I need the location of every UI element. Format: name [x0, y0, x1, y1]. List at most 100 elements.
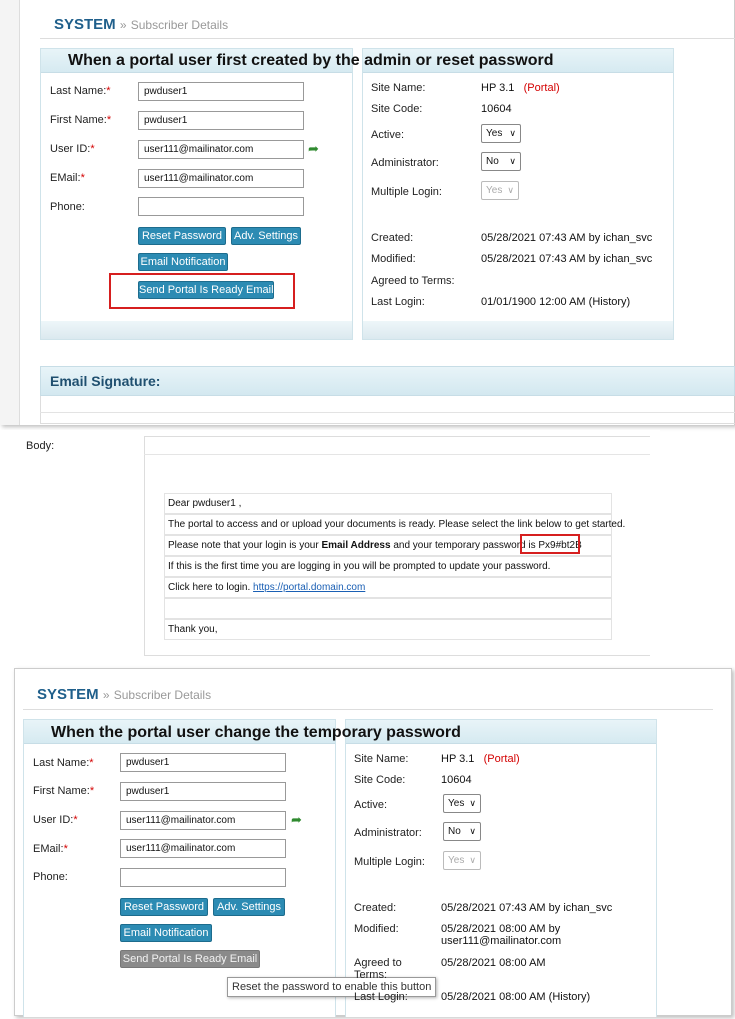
email-signature-title: Email Signature: [50, 373, 161, 389]
email-label: EMail:* [33, 843, 68, 855]
history-link[interactable]: (History) [589, 296, 631, 308]
panel-footer [363, 321, 673, 339]
history-link[interactable]: (History) [549, 991, 591, 1003]
user-id-label: User ID:* [33, 814, 78, 826]
created-value: 05/28/2021 07:43 AM by ichan_svc [441, 902, 613, 914]
agreed-label: Agreed to Terms: [354, 957, 402, 981]
screenshot-admin-view: SYSTEM » Subscriber Details When a porta… [0, 0, 735, 425]
screenshot-user-view: SYSTEM » Subscriber Details When the por… [14, 668, 732, 1017]
administrator-label: Administrator: [354, 827, 422, 839]
first-name-field[interactable]: pwduser1 [120, 782, 286, 801]
first-name-field[interactable]: pwduser1 [138, 111, 304, 130]
modified-value: 05/28/2021 08:00 AM by user111@mailinator… [441, 923, 562, 947]
created-label: Created: [354, 902, 397, 914]
administrator-select[interactable]: No ∨ [443, 822, 481, 841]
multiple-login-label: Multiple Login: [371, 186, 442, 198]
adv-settings-button[interactable]: Adv. Settings [213, 898, 285, 916]
agreed-label: Agreed to Terms: [371, 275, 455, 287]
email-notification-button[interactable]: Email Notification [120, 924, 212, 942]
last-name-label: Last Name:* [33, 757, 94, 769]
site-code-label: Site Code: [371, 103, 423, 115]
last-login-value: 01/01/1900 12:00 AM (History) [481, 296, 631, 308]
highlight-box [109, 273, 295, 309]
adv-settings-button[interactable]: Adv. Settings [231, 227, 301, 245]
user-id-field[interactable]: user111@mailinator.com [120, 811, 286, 830]
breadcrumb-divider [23, 709, 713, 710]
chevron-down-icon: ∨ [509, 156, 516, 166]
user-id-label: User ID:* [50, 143, 95, 155]
breadcrumb: SYSTEM » Subscriber Details [37, 686, 211, 703]
login-link[interactable]: https://portal.domain.com [253, 582, 365, 593]
modified-label: Modified: [371, 253, 416, 265]
phone-label: Phone: [50, 201, 85, 213]
first-name-label: First Name:* [33, 785, 95, 797]
breadcrumb-divider [40, 38, 735, 39]
email-signature-body [40, 396, 735, 424]
email-closing: Thank you, [164, 619, 612, 640]
administrator-select[interactable]: No ∨ [481, 152, 521, 171]
divider [144, 454, 650, 455]
last-login-value: 05/28/2021 08:00 AM (History) [441, 991, 591, 1003]
created-label: Created: [371, 232, 414, 244]
email-line-3: If this is the first time you are loggin… [164, 556, 612, 577]
phone-label: Phone: [33, 871, 68, 883]
breadcrumb-page: Subscriber Details [130, 18, 229, 32]
active-label: Active: [371, 129, 405, 141]
chevron-down-icon: ∨ [509, 128, 516, 138]
email-field[interactable]: user111@mailinator.com [120, 839, 286, 858]
chevron-down-icon: ∨ [469, 798, 476, 808]
password-highlight-box [520, 534, 580, 554]
multiple-login-select: Yes ∨ [481, 181, 519, 200]
email-label: EMail:* [50, 172, 85, 184]
site-code-value: 10604 [441, 774, 472, 786]
reset-password-button[interactable]: Reset Password [120, 898, 208, 916]
site-name-label: Site Name: [371, 82, 426, 94]
active-label: Active: [354, 799, 388, 811]
last-name-field[interactable]: pwduser1 [138, 82, 304, 101]
last-name-field[interactable]: pwduser1 [120, 753, 286, 772]
divider [40, 412, 735, 413]
chevron-down-icon: ∨ [469, 826, 476, 836]
phone-field[interactable] [138, 197, 304, 216]
breadcrumb-page: Subscriber Details [113, 688, 212, 702]
site-name-label: Site Name: [354, 753, 409, 765]
chevron-down-icon: ∨ [507, 185, 514, 195]
email-notification-button[interactable]: Email Notification [138, 253, 228, 271]
user-id-field[interactable]: user111@mailinator.com [138, 140, 304, 159]
administrator-label: Administrator: [371, 157, 439, 169]
arrow-right-icon[interactable]: ➦ [291, 812, 302, 828]
email-blank-line [164, 598, 612, 619]
breadcrumb-system[interactable]: SYSTEM [54, 16, 116, 33]
screenshot-email-body: Body: Dear pwduser1 , The portal to acce… [0, 430, 660, 656]
send-portal-ready-email-button: Send Portal Is Ready Email [120, 950, 260, 968]
arrow-right-icon[interactable]: ➦ [308, 141, 319, 157]
multiple-login-label: Multiple Login: [354, 856, 425, 868]
email-greeting: Dear pwduser1 , [164, 493, 612, 514]
breadcrumb-system[interactable]: SYSTEM [37, 686, 99, 703]
agreed-value: 05/28/2021 08:00 AM [441, 957, 546, 969]
body-label: Body: [26, 440, 55, 452]
email-field[interactable]: user111@mailinator.com [138, 169, 304, 188]
multiple-login-select: Yes ∨ [443, 851, 481, 870]
left-gutter [0, 0, 20, 425]
phone-field[interactable] [120, 868, 286, 887]
breadcrumb-separator: » [102, 688, 110, 702]
site-name-value: HP 3.1 (Portal) [481, 82, 560, 94]
active-select[interactable]: Yes ∨ [443, 794, 481, 813]
email-line-4: Click here to login. https://portal.doma… [164, 577, 612, 598]
breadcrumb-separator: » [119, 18, 127, 32]
panel-heading: When the portal user change the temporar… [51, 724, 461, 741]
last-login-label: Last Login: [371, 296, 425, 308]
panel-footer [41, 321, 352, 339]
panel-heading: When a portal user first created by the … [68, 52, 554, 69]
modified-value: 05/28/2021 07:43 AM by ichan_svc [481, 253, 653, 265]
created-value: 05/28/2021 07:43 AM by ichan_svc [481, 232, 653, 244]
breadcrumb: SYSTEM » Subscriber Details [54, 16, 228, 33]
last-name-label: Last Name:* [50, 85, 111, 97]
last-login-label: Last Login: [354, 991, 408, 1003]
chevron-down-icon: ∨ [469, 855, 476, 865]
first-name-label: First Name:* [50, 114, 112, 126]
modified-label: Modified: [354, 923, 399, 935]
active-select[interactable]: Yes ∨ [481, 124, 521, 143]
reset-password-button[interactable]: Reset Password [138, 227, 226, 245]
